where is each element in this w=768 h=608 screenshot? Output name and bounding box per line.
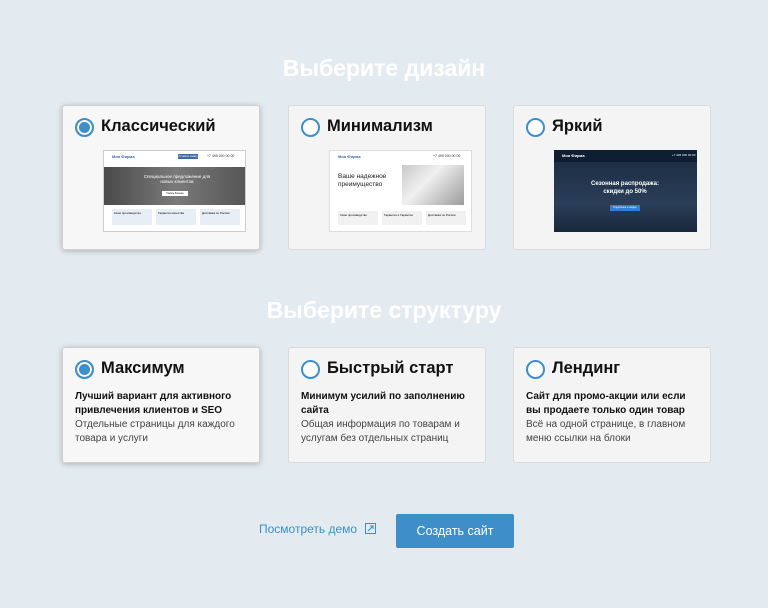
preview-chess-image [402, 165, 464, 205]
structure-strong-maximum: Лучший вариант для активного привлечения… [75, 391, 232, 416]
classic-preview: Моя Фирма Оставить заявку +7 495 000 00 … [103, 150, 246, 232]
preview-hero-button: Узнать больше [162, 191, 188, 196]
preview-logo: Моя Фирма [112, 154, 135, 159]
preview-hero-image [104, 167, 245, 205]
structure-option-maximum[interactable]: Максимум Лучший вариант для активного пр… [62, 347, 260, 463]
structure-option-quickstart[interactable]: Быстрый старт Минимум усилий по заполнен… [288, 347, 486, 463]
structure-strong-landing: Сайт для промо-акции или если вы продает… [526, 391, 686, 416]
minimal-preview: Моя Фирма +7 495 000 00 00 Ваше надежное… [329, 150, 472, 232]
preview-hero-text: Ваше надежное преимущество [338, 173, 387, 188]
preview-feature-2: Гарантия и Гарантии [382, 211, 422, 225]
bright-preview: Моя Фирма +7 495 000 00 00 Сезонная расп… [554, 150, 697, 232]
design-title-bright: Яркий [552, 117, 603, 135]
preview-phone: +7 495 000 00 00 [207, 154, 235, 158]
radio-maximum[interactable] [75, 360, 94, 379]
radio-quickstart[interactable] [301, 360, 320, 379]
design-title-classic: Классический [101, 117, 216, 135]
preview-header-button: Оставить заявку [178, 154, 198, 159]
structure-title-maximum: Максимум [101, 359, 185, 377]
structure-title-quickstart: Быстрый старт [327, 359, 454, 377]
radio-classic[interactable] [75, 118, 94, 137]
preview-feature-3: Доставка по России [426, 211, 466, 225]
preview-phone: +7 495 000 00 00 [672, 153, 696, 157]
create-site-button[interactable]: Создать сайт [396, 514, 514, 548]
external-link-icon[interactable] [365, 523, 376, 534]
structure-desc-landing: Всё на одной странице, в главном меню сс… [526, 419, 686, 444]
structure-desc-quickstart: Общая информация по товарам и услугам бе… [301, 419, 460, 444]
demo-link[interactable]: Посмотреть демо [259, 522, 357, 536]
radio-landing[interactable] [526, 360, 545, 379]
radio-minimal[interactable] [301, 118, 320, 137]
preview-hero-button: Подробнее о скидке [610, 205, 640, 211]
preview-logo: Моя Фирма [562, 153, 585, 158]
structure-heading: Выберите структуру [266, 297, 502, 323]
design-option-minimal[interactable]: Минимализм Моя Фирма +7 495 000 00 00 Ва… [288, 105, 486, 250]
preview-hero-text: Специальное предложение для новых клиент… [143, 174, 211, 184]
radio-bright[interactable] [526, 118, 545, 137]
design-option-bright[interactable]: Яркий Моя Фирма +7 495 000 00 00 Сезонна… [513, 105, 711, 250]
preview-feature-1: Свое производство [338, 211, 378, 225]
structure-desc-maximum: Отдельные страницы для каждого товара и … [75, 419, 235, 444]
structure-option-landing[interactable]: Лендинг Сайт для промо-акции или если вы… [513, 347, 711, 463]
preview-logo: Моя Фирма [338, 154, 361, 159]
preview-phone: +7 495 000 00 00 [433, 154, 461, 158]
design-title-minimal: Минимализм [327, 117, 433, 135]
design-option-classic[interactable]: Классический Моя Фирма Оставить заявку +… [62, 105, 260, 250]
preview-hero-image [554, 162, 697, 232]
preview-feature-3: Доставка по России [200, 209, 240, 225]
design-heading: Выберите дизайн [282, 55, 486, 81]
structure-strong-quickstart: Минимум усилий по заполнению сайта [301, 391, 465, 416]
preview-hero-text: Сезонная распродажа: скидки до 50% [591, 181, 659, 195]
structure-title-landing: Лендинг [552, 359, 621, 377]
preview-feature-2: Гарантия качества [156, 209, 196, 225]
preview-feature-1: Своя производство [112, 209, 152, 225]
